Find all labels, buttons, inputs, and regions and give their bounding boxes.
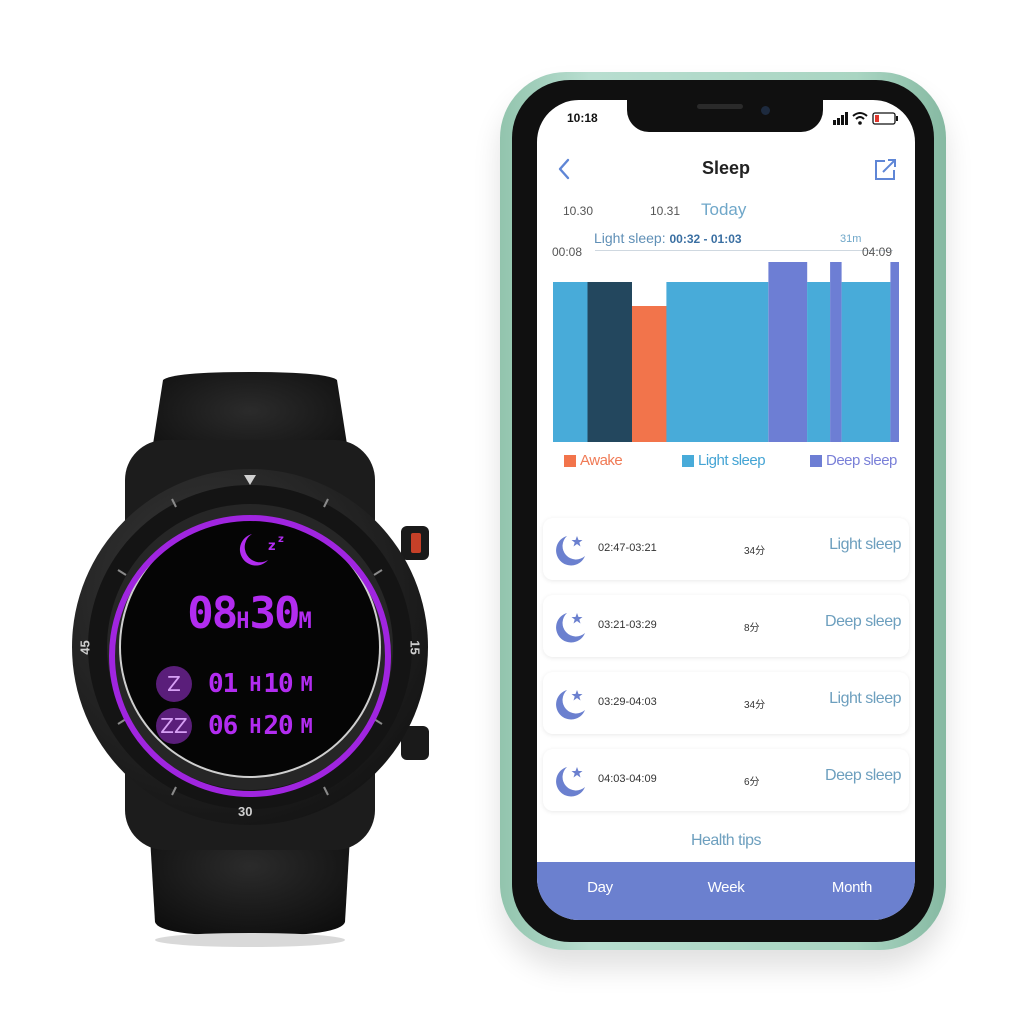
legend-label: Awake — [580, 452, 623, 469]
legend-swatch — [810, 454, 822, 467]
date-tab[interactable]: 10.31 — [650, 204, 680, 218]
session-type: Deep sleep — [825, 613, 901, 630]
tooltip-label: Light sleep: — [594, 230, 666, 246]
deep-hours: 06 — [208, 711, 238, 741]
chart-end-time: 04:09 — [862, 245, 893, 259]
page-title: Sleep — [701, 158, 751, 178]
watch-screen: z z 08H30M Z 01 H 10 M ZZ 06 H 20 M — [106, 512, 393, 799]
sleep-moon-icon: z z — [239, 534, 284, 566]
chart-bar-deep[interactable] — [768, 262, 808, 442]
session-duration: 6分 — [744, 777, 760, 788]
session-card[interactable]: 02:47-03:21 34分 Light sleep — [543, 518, 909, 580]
unit-h: H — [249, 672, 262, 696]
unit-m: M — [300, 714, 313, 738]
legend-awake: Awake — [564, 452, 623, 469]
bezel-mark-15: 15 — [407, 640, 423, 655]
legend-label: Light sleep — [698, 452, 766, 469]
light-sleep-icon: Z — [156, 666, 192, 702]
total-sleep-duration: 08H30M — [106, 588, 393, 639]
session-range: 04:03-04:09 — [598, 773, 657, 785]
share-icon[interactable] — [873, 158, 899, 182]
chart-bar-light[interactable] — [666, 282, 769, 442]
chart-bar-light[interactable] — [807, 282, 831, 442]
tab-bar: Day Week Month — [537, 862, 915, 920]
unit-h: H — [249, 714, 262, 738]
session-type: Deep sleep — [825, 767, 901, 784]
session-range: 02:47-03:21 — [598, 542, 657, 554]
legend-swatch — [564, 454, 576, 467]
session-duration: 34分 — [744, 700, 766, 711]
chart-start-time: 00:08 — [552, 245, 583, 259]
session-type: Light sleep — [829, 690, 901, 707]
session-range: 03:29-04:03 — [598, 696, 657, 708]
deep-sleep-row: ZZ 06 H 20 M — [156, 708, 315, 744]
tooltip-line — [595, 250, 893, 251]
session-type: Light sleep — [829, 536, 901, 553]
session-card[interactable]: 03:29-04:03 34分 Light sleep — [543, 672, 909, 734]
speaker — [697, 104, 743, 109]
total-minutes: 30 — [249, 588, 301, 639]
product-scene: 15 30 45 z z 08H30M Z 01 H 10 M ZZ 06 H … — [0, 0, 1014, 1014]
svg-text:z: z — [278, 534, 284, 545]
app-header: Sleep — [537, 154, 915, 184]
chart-bar-deep[interactable] — [830, 262, 842, 442]
tooltip-duration: 31m — [840, 233, 862, 245]
status-icons — [833, 112, 898, 125]
date-tab[interactable]: 10.30 — [563, 204, 593, 218]
moon-star-icon — [556, 613, 585, 643]
total-hours: 08 — [187, 588, 238, 639]
chart-tooltip: Light sleep: 00:32 - 01:03 — [594, 230, 742, 246]
light-sleep-row: Z 01 H 10 M — [156, 666, 315, 702]
chart-bar-light[interactable] — [553, 282, 588, 442]
unit-m: M — [300, 672, 313, 696]
phone-screen: 10:18 Sleep 10.30 10.31 Today Light slee… — [537, 100, 915, 920]
tab-month[interactable]: Month — [789, 862, 915, 920]
deep-sleep-icon: ZZ — [156, 708, 192, 744]
legend-deep-sleep: Deep sleep — [810, 452, 897, 469]
chart-bar-light[interactable] — [841, 282, 891, 442]
session-duration: 8分 — [744, 623, 760, 634]
tooltip-range: 00:32 - 01:03 — [669, 232, 742, 246]
bezel-mark-45: 45 — [77, 640, 93, 655]
legend-light-sleep: Light sleep — [682, 452, 766, 469]
chart-bar-light[interactable] — [587, 282, 633, 442]
battery-icon — [872, 112, 898, 125]
session-duration: 34分 — [744, 546, 766, 557]
bezel-mark-30: 30 — [238, 804, 253, 819]
front-camera — [761, 106, 770, 115]
date-tab-today[interactable]: Today — [701, 200, 746, 220]
tab-day[interactable]: Day — [537, 862, 663, 920]
legend-label: Deep sleep — [826, 452, 897, 469]
health-tips-link[interactable]: Health tips — [537, 832, 915, 850]
chart-bar-awake[interactable] — [632, 306, 667, 442]
unit-m: M — [298, 609, 312, 634]
sleep-chart[interactable] — [553, 262, 899, 442]
session-card[interactable]: 03:21-03:29 8分 Deep sleep — [543, 595, 909, 657]
deep-minutes: 20 — [263, 711, 293, 741]
status-time: 10:18 — [567, 111, 598, 125]
legend-swatch — [682, 454, 694, 467]
notch — [627, 100, 823, 132]
chart-bar-deep[interactable] — [890, 262, 899, 442]
wifi-icon — [852, 112, 868, 120]
tab-week[interactable]: Week — [663, 862, 789, 920]
light-minutes: 10 — [263, 669, 293, 699]
moon-star-icon — [556, 536, 585, 566]
session-range: 03:21-03:29 — [598, 619, 657, 631]
light-hours: 01 — [208, 669, 238, 699]
moon-star-icon — [556, 690, 585, 720]
signal-icon — [833, 112, 848, 125]
moon-star-icon — [556, 767, 585, 797]
unit-h: H — [236, 609, 250, 634]
svg-text:z: z — [268, 539, 276, 554]
session-card[interactable]: 04:03-04:09 6分 Deep sleep — [543, 749, 909, 811]
